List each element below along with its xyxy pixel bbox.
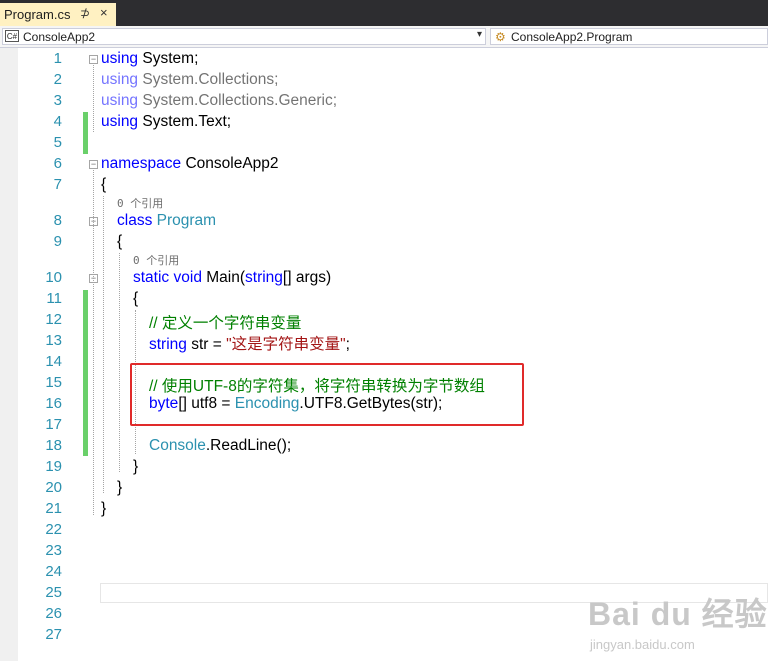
watermark-site: jingyan.baidu.com xyxy=(590,637,695,652)
code-line[interactable]: { xyxy=(117,233,122,251)
code-line[interactable]: using System.Collections; xyxy=(101,71,278,89)
tab-program-cs[interactable]: Program.cs ⊅ × xyxy=(0,3,116,26)
line-number: 8 xyxy=(53,212,62,229)
member-label: ConsoleApp2.Program xyxy=(511,30,633,44)
code-line[interactable]: using System.Text; xyxy=(101,113,231,131)
line-number: 23 xyxy=(45,542,62,559)
collapse-icon[interactable]: − xyxy=(89,160,98,169)
document-tab-bar: Program.cs ⊅ × xyxy=(0,0,768,26)
code-line[interactable]: } xyxy=(133,458,138,476)
csharp-project-icon: C# xyxy=(5,30,19,42)
codelens-references[interactable]: 0 个引用 xyxy=(117,195,163,211)
line-number: 5 xyxy=(53,134,62,151)
code-line[interactable]: string str = "这是字符串变量"; xyxy=(149,332,350,354)
code-line[interactable]: using System; xyxy=(101,50,198,68)
line-number: 7 xyxy=(53,176,62,193)
line-number: 18 xyxy=(45,437,62,454)
code-line[interactable]: class Program xyxy=(117,212,216,230)
code-line[interactable]: } xyxy=(101,500,106,518)
watermark-logo: Bai du 经验 xyxy=(588,596,768,632)
line-number: 20 xyxy=(45,479,62,496)
chevron-down-icon[interactable]: ▾ xyxy=(477,29,482,40)
code-line[interactable]: // 定义一个字符串变量 xyxy=(149,311,301,333)
line-number: 19 xyxy=(45,458,62,475)
collapse-icon[interactable]: − xyxy=(89,55,98,64)
line-number: 12 xyxy=(45,311,62,328)
line-number: 1 xyxy=(53,50,62,67)
line-number: 22 xyxy=(45,521,62,538)
line-number: 11 xyxy=(46,290,62,307)
indent-guide xyxy=(119,253,120,472)
code-line[interactable]: static void Main(string[] args) xyxy=(133,269,331,287)
line-number-gutter: 1 2 3 4 5 6 7 8 9 10 11 12 13 14 15 16 1… xyxy=(18,48,68,661)
highlight-box xyxy=(130,363,524,426)
outline-guide xyxy=(93,65,94,132)
line-number: 14 xyxy=(45,353,62,370)
line-number: 6 xyxy=(53,155,62,172)
line-number: 26 xyxy=(45,605,62,622)
baidu-watermark: Bai du 经验 jingyan.baidu.com xyxy=(588,575,768,661)
project-dropdown[interactable]: C# ConsoleApp2 ▾ xyxy=(2,28,486,45)
member-dropdown[interactable]: ⚙ ConsoleApp2.Program xyxy=(490,28,768,45)
change-indicator xyxy=(83,290,88,456)
line-number: 4 xyxy=(53,113,62,130)
line-number: 2 xyxy=(53,71,62,88)
line-number: 25 xyxy=(45,584,62,601)
line-number: 13 xyxy=(45,332,62,349)
indicator-margin xyxy=(0,48,18,661)
line-number: 16 xyxy=(45,395,62,412)
change-indicator xyxy=(83,112,88,154)
line-number: 9 xyxy=(53,233,62,250)
line-number: 10 xyxy=(45,269,62,286)
line-number: 3 xyxy=(53,92,62,109)
line-number: 15 xyxy=(45,374,62,391)
close-icon[interactable]: × xyxy=(100,5,108,20)
line-number: 17 xyxy=(45,416,62,433)
project-label: ConsoleApp2 xyxy=(23,30,96,44)
line-number: 24 xyxy=(45,563,62,580)
navigation-bar: C# ConsoleApp2 ▾ ⚙ ConsoleApp2.Program xyxy=(0,26,768,48)
codelens-references[interactable]: 0 个引用 xyxy=(133,252,179,268)
code-line[interactable]: namespace ConsoleApp2 xyxy=(101,155,279,173)
code-line[interactable]: } xyxy=(117,479,122,497)
pin-icon[interactable]: ⊅ xyxy=(80,6,90,20)
code-line[interactable]: Console.ReadLine(); xyxy=(149,437,291,455)
tab-title: Program.cs xyxy=(4,7,71,22)
class-icon: ⚙ xyxy=(495,30,506,44)
line-number: 21 xyxy=(45,500,62,517)
line-number: 27 xyxy=(45,626,62,643)
outline-guide xyxy=(93,170,94,515)
code-line[interactable]: using System.Collections.Generic; xyxy=(101,92,337,110)
code-line[interactable]: { xyxy=(133,290,138,308)
indent-guide xyxy=(103,196,104,493)
code-line[interactable]: { xyxy=(101,176,106,194)
